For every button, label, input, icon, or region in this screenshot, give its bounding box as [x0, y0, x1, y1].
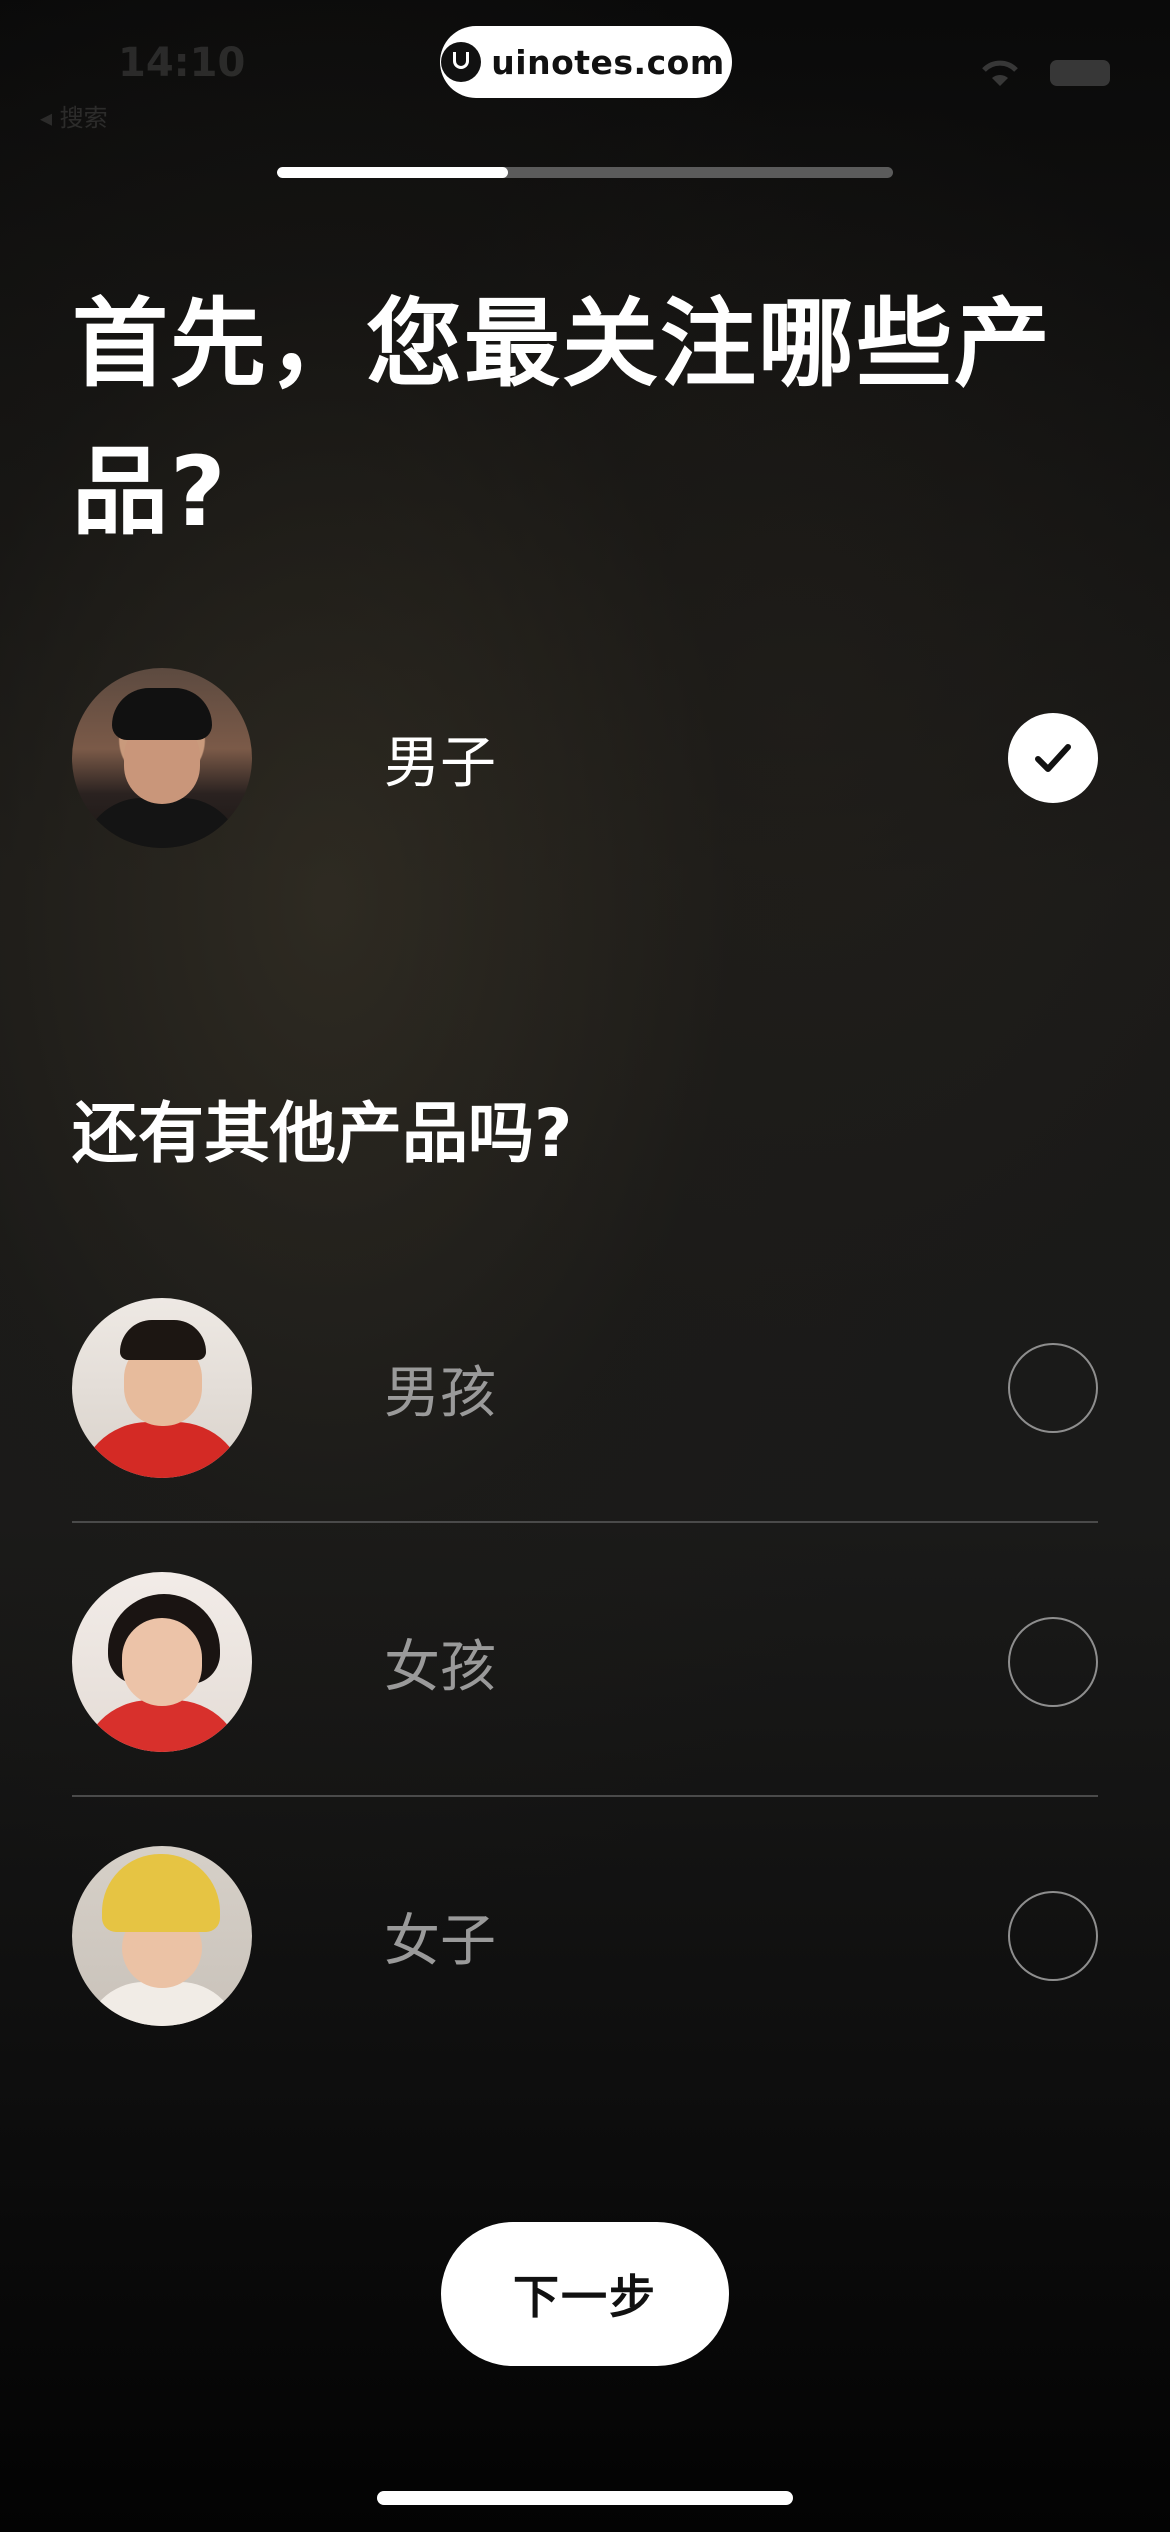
option-label: 男孩 — [384, 1360, 496, 1426]
watermark-text: uinotes.com — [491, 42, 725, 82]
unselected-radio[interactable] — [1008, 1617, 1098, 1707]
uinotes-logo-icon — [441, 42, 482, 82]
option-girls[interactable]: 女孩 — [72, 1572, 1098, 1752]
page-title: 首先，您最关注哪些产品? — [72, 288, 1052, 548]
home-indicator — [377, 2491, 793, 2505]
next-button[interactable]: 下一步 — [441, 2222, 729, 2366]
divider — [72, 1795, 1098, 1797]
status-time: 14:10 — [118, 40, 246, 86]
man-avatar — [72, 668, 252, 848]
back-to-search[interactable]: ◂ 搜索 — [40, 98, 108, 133]
check-icon — [1035, 744, 1071, 772]
boy-avatar — [72, 1298, 252, 1478]
option-label: 女子 — [384, 1908, 496, 1974]
battery-icon — [1050, 60, 1110, 86]
option-label: 女孩 — [384, 1634, 496, 1700]
unselected-radio[interactable] — [1008, 1891, 1098, 1981]
option-men[interactable]: 男子 — [72, 668, 1098, 848]
status-icons — [978, 58, 1110, 88]
unselected-radio[interactable] — [1008, 1343, 1098, 1433]
onboarding-screen: 14:10 ◂ 搜索 uinotes.com 首先，您最关注哪些产品? 男子 还… — [0, 0, 1170, 2532]
girl-avatar — [72, 1572, 252, 1752]
option-boys[interactable]: 男孩 — [72, 1298, 1098, 1478]
selected-checkbox[interactable] — [1008, 713, 1098, 803]
section-heading: 还有其他产品吗? — [72, 1095, 573, 1172]
onboarding-progress-bar — [277, 167, 893, 178]
watermark-badge: uinotes.com — [440, 26, 732, 98]
woman-avatar — [72, 1846, 252, 2026]
progress-fill — [277, 167, 508, 178]
wifi-icon — [982, 60, 1018, 86]
divider — [72, 1521, 1098, 1523]
option-label: 男子 — [384, 730, 496, 796]
option-women[interactable]: 女子 — [72, 1846, 1098, 2026]
